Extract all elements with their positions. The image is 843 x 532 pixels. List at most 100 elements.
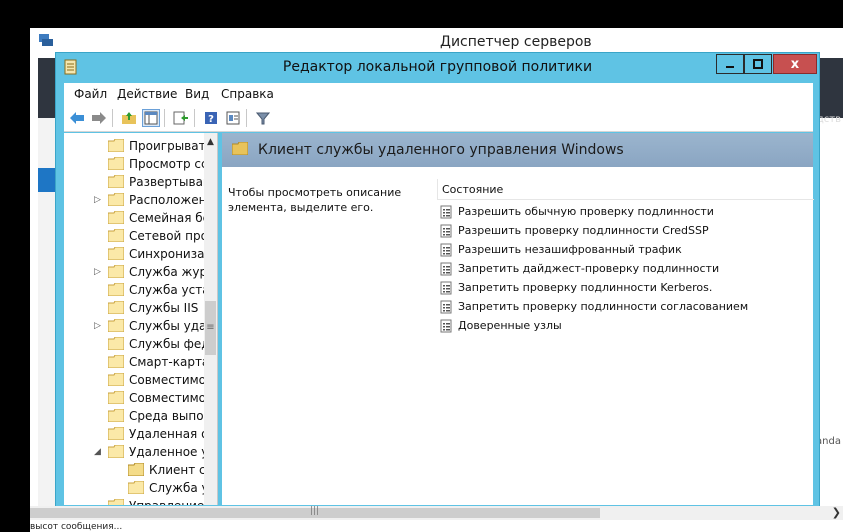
- policy-label: Запретить проверку подлинности согласова…: [458, 300, 749, 313]
- console-tree[interactable]: Проигрывате Просмотр сс Развертыван ▷ Распол…: [64, 133, 218, 505]
- gpedit-window: Редактор локальной групповой политики x …: [55, 52, 820, 512]
- tree-expander-icon[interactable]: ▷: [94, 267, 102, 277]
- tree-item[interactable]: ▷ Расположен: [64, 191, 204, 209]
- folder-up-icon: [122, 112, 136, 124]
- close-button[interactable]: x: [773, 54, 817, 74]
- tree-item[interactable]: Служба у: [64, 479, 204, 497]
- extended-view-button[interactable]: [224, 109, 242, 127]
- up-button[interactable]: [120, 109, 138, 127]
- column-header-status[interactable]: Состояние: [437, 179, 814, 200]
- tree-expander-icon[interactable]: [114, 465, 122, 475]
- tree-item-label: Службы удал: [129, 319, 204, 333]
- tree-item[interactable]: ▷ Служба журн: [64, 263, 204, 281]
- scroll-right-icon[interactable]: ❯: [832, 506, 841, 519]
- arrow-left-icon: [70, 112, 84, 124]
- tree-expander-icon[interactable]: [94, 411, 102, 421]
- menu-action[interactable]: Действие: [117, 87, 177, 101]
- tree-item[interactable]: Службы IIS: [64, 299, 204, 317]
- tree-item-label: Расположен: [129, 193, 204, 207]
- tree-item[interactable]: Совместимо: [64, 389, 204, 407]
- tree-expander-icon[interactable]: [114, 483, 122, 493]
- help-button[interactable]: ?: [202, 109, 220, 127]
- tree-item-label: Совместимо: [129, 391, 204, 405]
- policy-list-item[interactable]: Разрешить проверку подлинности CredSSP: [440, 222, 810, 240]
- tree-item[interactable]: Управление: [64, 497, 204, 505]
- horizontal-scrollbar[interactable]: ||| ❯: [30, 506, 843, 520]
- tree-expander-icon[interactable]: [94, 159, 102, 169]
- tree-expander-icon[interactable]: [94, 249, 102, 259]
- tree-expander-icon[interactable]: [94, 429, 102, 439]
- policy-list-item[interactable]: Разрешить незашифрованный трафик: [440, 241, 810, 259]
- tree-expander-icon[interactable]: ▷: [94, 321, 102, 331]
- show-hide-tree-button[interactable]: [142, 109, 160, 127]
- tree-expander-icon[interactable]: [94, 357, 102, 367]
- tree-item[interactable]: Совместимо: [64, 371, 204, 389]
- tree-item[interactable]: Смарт-карта: [64, 353, 204, 371]
- details-title: Клиент службы удаленного управления Wind…: [258, 142, 624, 158]
- folder-icon: [108, 283, 124, 296]
- tree-item-label: Удаленное уп: [129, 445, 204, 459]
- tree-item[interactable]: Служба устан: [64, 281, 204, 299]
- back-button[interactable]: [68, 109, 86, 127]
- folder-icon: [108, 157, 124, 170]
- policy-list-item[interactable]: Разрешить обычную проверку подлинности: [440, 203, 810, 221]
- tree-item[interactable]: Клиент сл: [64, 461, 204, 479]
- tree-item-label: Сетевой про: [129, 229, 204, 243]
- maximize-button[interactable]: [744, 54, 772, 74]
- tree-item[interactable]: Проигрывате: [64, 137, 204, 155]
- minimize-icon: [726, 66, 734, 68]
- filter-button[interactable]: [254, 109, 272, 127]
- horizontal-scroll-thumb[interactable]: |||: [30, 506, 600, 518]
- tree-expander-icon[interactable]: [94, 231, 102, 241]
- tree-item[interactable]: Удаленная об: [64, 425, 204, 443]
- folder-icon: [108, 409, 124, 422]
- export-list-button[interactable]: [172, 109, 190, 127]
- tree-expander-icon[interactable]: [94, 285, 102, 295]
- folder-icon: [232, 142, 248, 155]
- tree-item[interactable]: Среда выпол: [64, 407, 204, 425]
- tree-item[interactable]: Развертыван: [64, 173, 204, 191]
- tree-item[interactable]: ◢ Удаленное уп: [64, 443, 204, 461]
- gpedit-titlebar[interactable]: Редактор локальной групповой политики x: [56, 53, 819, 81]
- policy-list-item[interactable]: Запретить проверку подлинности согласова…: [440, 298, 810, 316]
- minimize-button[interactable]: [716, 54, 744, 74]
- folder-icon: [108, 139, 124, 152]
- tree-item[interactable]: ▷ Службы удал: [64, 317, 204, 335]
- toolbar: ?: [64, 105, 813, 132]
- tree-expander-icon[interactable]: [94, 141, 102, 151]
- tree-expander-icon[interactable]: [94, 501, 102, 505]
- tree-item[interactable]: Просмотр сс: [64, 155, 204, 173]
- tree-expander-icon[interactable]: [94, 213, 102, 223]
- tree-expander-icon[interactable]: [94, 393, 102, 403]
- menu-file[interactable]: Файл: [74, 87, 107, 101]
- folder-icon: [108, 211, 124, 224]
- scroll-up-icon[interactable]: ▲: [204, 137, 217, 151]
- tree-item-label: Службы фед: [129, 337, 204, 351]
- tree-item-label: Служба журн: [129, 265, 204, 279]
- tree-item[interactable]: Службы фед: [64, 335, 204, 353]
- tree-expander-icon[interactable]: ▷: [94, 195, 102, 205]
- tree-expander-icon[interactable]: [94, 303, 102, 313]
- menu-help[interactable]: Справка: [221, 87, 274, 101]
- tree-item[interactable]: Сетевой про: [64, 227, 204, 245]
- tree-scroll-thumb[interactable]: ≡: [205, 301, 216, 355]
- tree-item-label: Служба у: [149, 481, 204, 495]
- tree-item[interactable]: Семейная бе: [64, 209, 204, 227]
- policy-setting-icon: [440, 205, 452, 219]
- tree-item[interactable]: Синхронизац: [64, 245, 204, 263]
- folder-icon: [128, 463, 144, 476]
- tree-expander-icon[interactable]: [94, 339, 102, 349]
- server-manager-status: высот сообщения...: [30, 522, 843, 532]
- folder-icon: [108, 319, 124, 332]
- server-manager-nav-selected[interactable]: [38, 168, 56, 192]
- tree-item-label: Просмотр сс: [129, 157, 204, 171]
- tree-expander-icon[interactable]: [94, 177, 102, 187]
- forward-button[interactable]: [90, 109, 108, 127]
- policy-list-item[interactable]: Запретить проверку подлинности Kerberos.: [440, 279, 810, 297]
- policy-list-item[interactable]: Доверенные узлы: [440, 317, 810, 335]
- tree-expander-icon[interactable]: ◢: [94, 447, 102, 457]
- menu-view[interactable]: Вид: [185, 87, 209, 101]
- policy-list-item[interactable]: Запретить дайджест-проверку подлинности: [440, 260, 810, 278]
- tree-vertical-scrollbar[interactable]: ▲ ≡: [204, 133, 217, 505]
- tree-expander-icon[interactable]: [94, 375, 102, 385]
